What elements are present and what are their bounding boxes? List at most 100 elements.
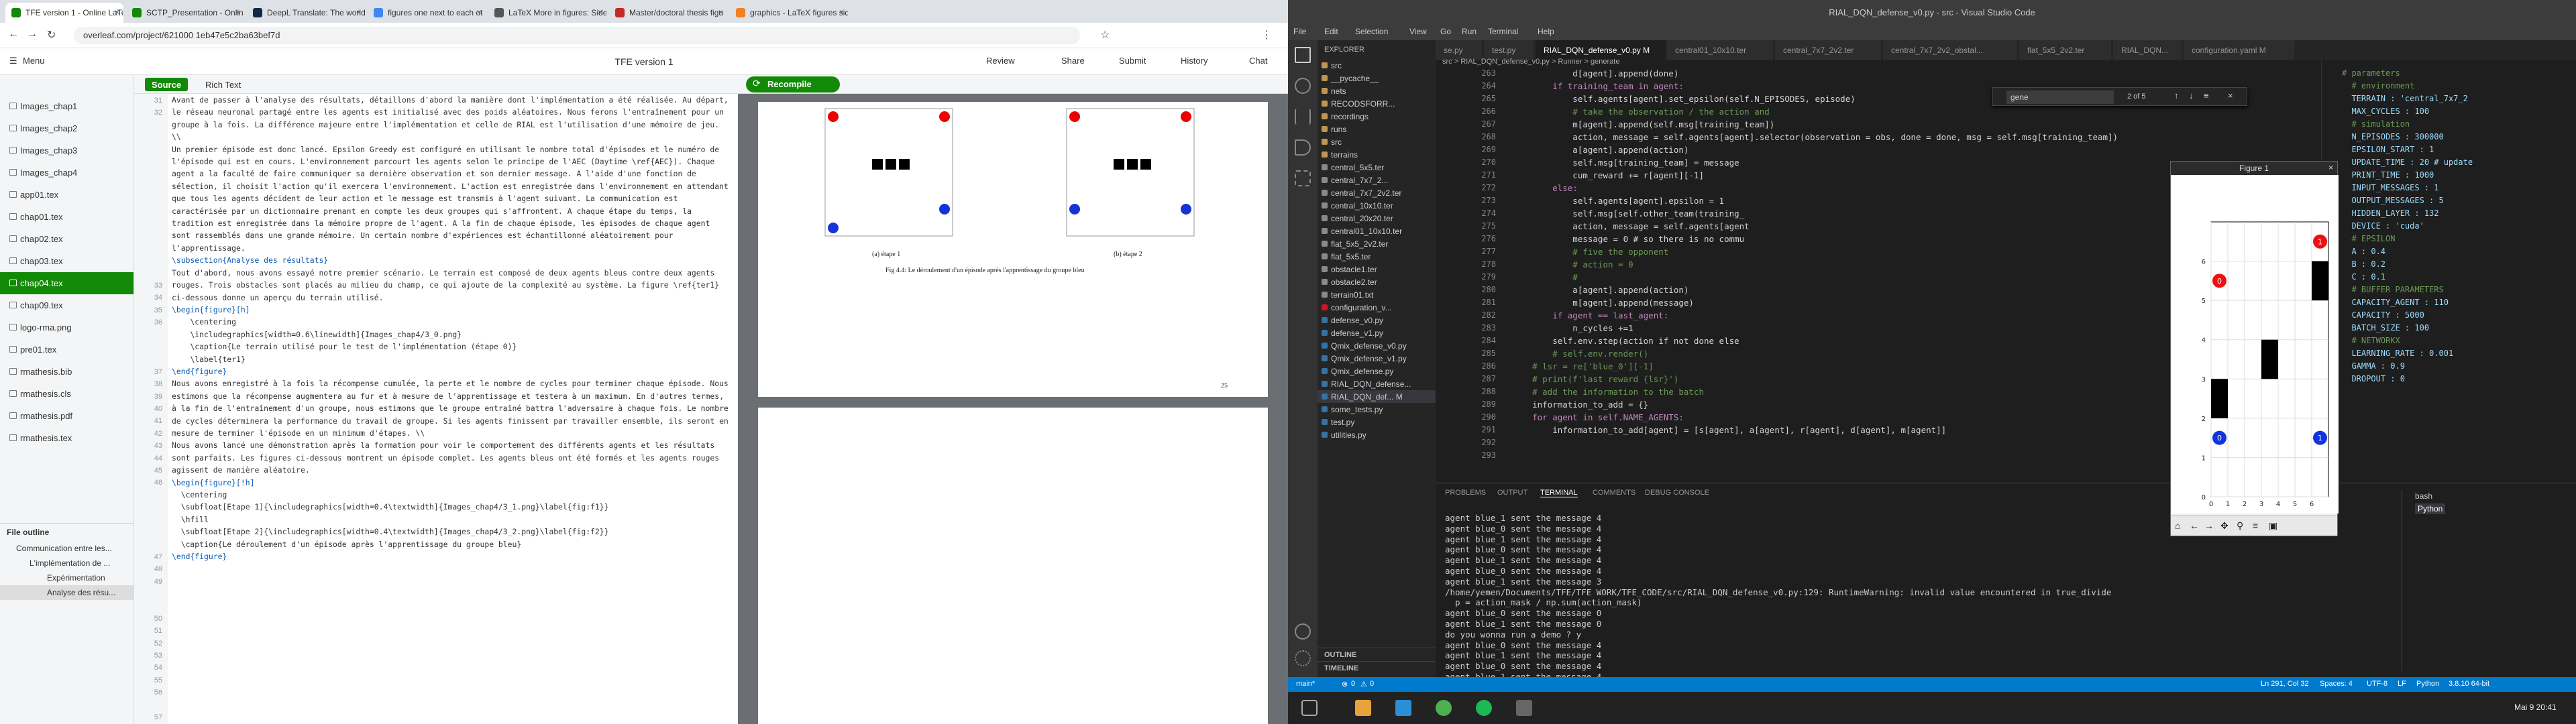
browser-tab[interactable]: graphics - LaTeX figures sid × [730, 3, 848, 23]
outline-item[interactable]: Analyse des résu... [0, 585, 134, 600]
explorer-item[interactable]: runs [1318, 123, 1436, 135]
breadcrumb[interactable]: src > RIAL_DQN_defense_v0.py > Runner > … [1442, 58, 1619, 66]
back-arrow-icon[interactable]: ← [2190, 520, 2199, 531]
configure-icon[interactable]: ≡ [2253, 520, 2258, 531]
editor-tab[interactable]: central_7x7_2v2.ter [1775, 40, 1882, 60]
editor-tab[interactable]: flat_5x5_2v2.ter [2019, 40, 2112, 60]
explorer-item[interactable]: Qmix_defense_v0.py [1318, 339, 1436, 352]
close-tab-icon[interactable]: × [235, 7, 240, 17]
terminal-python[interactable]: Python [2415, 503, 2446, 514]
panel-tab[interactable]: DEBUG CONSOLE [1645, 489, 1709, 497]
explorer-item[interactable]: nets [1318, 84, 1436, 97]
close-tab-icon[interactable]: × [477, 7, 482, 17]
outline-title[interactable]: File outline [0, 523, 134, 541]
folder-item[interactable]: Images_chap4 [0, 162, 133, 184]
browser-tab[interactable]: DeepL Translate: The world × [247, 3, 365, 23]
yaml-source[interactable]: # parameters # environment TERRAIN : 'ce… [2342, 67, 2473, 385]
warning-icon[interactable]: ⚠ [1360, 680, 1367, 688]
explorer-item[interactable]: src [1318, 59, 1436, 72]
menu-item[interactable]: Selection [1355, 27, 1388, 36]
python-interpreter[interactable]: 3.8.10 64-bit [2449, 680, 2489, 688]
close-icon[interactable]: × [2328, 163, 2333, 172]
file-item[interactable]: logo-rma.png [0, 316, 133, 339]
source-control-icon[interactable] [1295, 109, 1311, 125]
browser-tab[interactable]: Master/doctoral thesis figu × [609, 3, 727, 23]
explorer-item[interactable]: obstacle1.ter [1318, 263, 1436, 276]
warning-count[interactable]: 0 [1370, 680, 1374, 688]
file-item[interactable]: rmathesis.cls [0, 383, 133, 405]
error-count[interactable]: 0 [1351, 680, 1355, 688]
rich-text-tab[interactable]: Rich Text [199, 78, 248, 91]
browser-tab[interactable]: SCTP_Presentation - Onlin × [126, 3, 244, 23]
menu-item[interactable]: Help [1538, 27, 1554, 36]
find-in-selection-icon[interactable]: ≡ [2204, 90, 2209, 101]
spotify-icon[interactable] [1476, 700, 1492, 716]
file-item[interactable]: chap03.tex [0, 250, 133, 272]
explorer-item[interactable]: flat_5x5_2v2.ter [1318, 237, 1436, 250]
explorer-item[interactable]: flat_5x5.ter [1318, 250, 1436, 263]
file-item[interactable]: chap01.tex [0, 206, 133, 228]
folder-item[interactable]: Images_chap2 [0, 117, 133, 139]
browser-menu-icon[interactable]: ⋮ [1261, 28, 1272, 42]
panel-tab[interactable]: PROBLEMS [1445, 489, 1486, 497]
explorer-item[interactable]: obstacle2.ter [1318, 276, 1436, 288]
file-item[interactable]: rmathesis.pdf [0, 405, 133, 427]
explorer-item[interactable]: src [1318, 135, 1436, 148]
start-icon[interactable] [1301, 700, 1318, 716]
search-icon[interactable] [1295, 78, 1311, 94]
editor-tab[interactable]: configuration.yaml M [2184, 40, 2295, 60]
outline-item[interactable]: Expérimentation [0, 570, 134, 585]
history-button[interactable]: History [1181, 56, 1208, 66]
file-item[interactable]: chap09.tex [0, 294, 133, 316]
explorer-item[interactable]: some_tests.py [1318, 403, 1436, 416]
browser-tab[interactable]: TFE version 1 - Online LaTe × [5, 3, 123, 23]
submit-button[interactable]: Submit [1119, 56, 1146, 66]
indentation[interactable]: Spaces: 4 [2320, 680, 2353, 688]
review-button[interactable]: Review [986, 56, 1015, 66]
close-tab-icon[interactable]: × [356, 7, 361, 17]
cursor-position[interactable]: Ln 291, Col 32 [2261, 680, 2309, 688]
explorer-item[interactable]: utilities.py [1318, 428, 1436, 441]
explorer-item[interactable]: defense_v1.py [1318, 326, 1436, 339]
explorer-item[interactable]: central_5x5.ter [1318, 161, 1436, 174]
source-tab[interactable]: Source [145, 78, 189, 91]
back-icon[interactable]: ← [8, 28, 19, 40]
encoding[interactable]: UTF-8 [2367, 680, 2387, 688]
save-icon[interactable]: ▣ [2269, 520, 2277, 532]
outline-item[interactable]: L'implémentation de ... [0, 556, 134, 570]
panel-tab[interactable]: TERMINAL [1540, 489, 1578, 497]
explorer-item[interactable]: defense_v0.py [1318, 314, 1436, 326]
language-mode[interactable]: Python [2416, 680, 2439, 688]
panel-tab[interactable]: OUTPUT [1497, 489, 1527, 497]
file-item[interactable]: rmathesis.tex [0, 427, 133, 449]
forward-arrow-icon[interactable]: → [2204, 520, 2214, 531]
home-icon[interactable]: ⌂ [2175, 520, 2180, 531]
explorer-item[interactable]: central01_10x10.ter [1318, 225, 1436, 237]
menu-item[interactable]: Go [1440, 27, 1451, 36]
previous-match-icon[interactable]: ↑ [2174, 90, 2179, 101]
chat-button[interactable]: Chat [1249, 56, 1267, 66]
browser-tab[interactable]: figures one next to each ot × [368, 3, 486, 23]
find-input[interactable]: gene [2006, 90, 2114, 104]
menu-item[interactable]: View [1409, 27, 1427, 36]
file-item[interactable]: chap04.tex [0, 272, 133, 294]
explorer-item[interactable]: RIAL_DQN_defense... [1318, 377, 1436, 390]
explorer-item[interactable]: test.py [1318, 416, 1436, 428]
folder-item[interactable]: Images_chap3 [0, 139, 133, 162]
explorer-item[interactable]: RIAL_DQN_def... M [1318, 390, 1436, 403]
terminal-icon[interactable] [1516, 700, 1532, 716]
explorer-item[interactable]: Qmix_defense.py [1318, 365, 1436, 377]
explorer-item[interactable]: __pycache__ [1318, 72, 1436, 84]
file-item[interactable]: rmathesis.bib [0, 361, 133, 383]
explorer-item[interactable]: central_10x10.ter [1318, 199, 1436, 212]
editor-tab[interactable]: central_7x7_2v2_obstal... [1883, 40, 2018, 60]
menu-item[interactable]: Terminal [1488, 27, 1518, 36]
file-item[interactable]: pre01.tex [0, 339, 133, 361]
error-icon[interactable]: ⊗ [1342, 680, 1348, 688]
extensions-icon[interactable] [1295, 170, 1311, 186]
editor-tab[interactable]: central01_10x10.ter [1667, 40, 1774, 60]
pan-icon[interactable]: ✥ [2220, 520, 2229, 532]
account-icon[interactable] [1295, 623, 1311, 640]
close-tab-icon[interactable]: × [115, 7, 119, 17]
share-button[interactable]: Share [1061, 56, 1085, 66]
